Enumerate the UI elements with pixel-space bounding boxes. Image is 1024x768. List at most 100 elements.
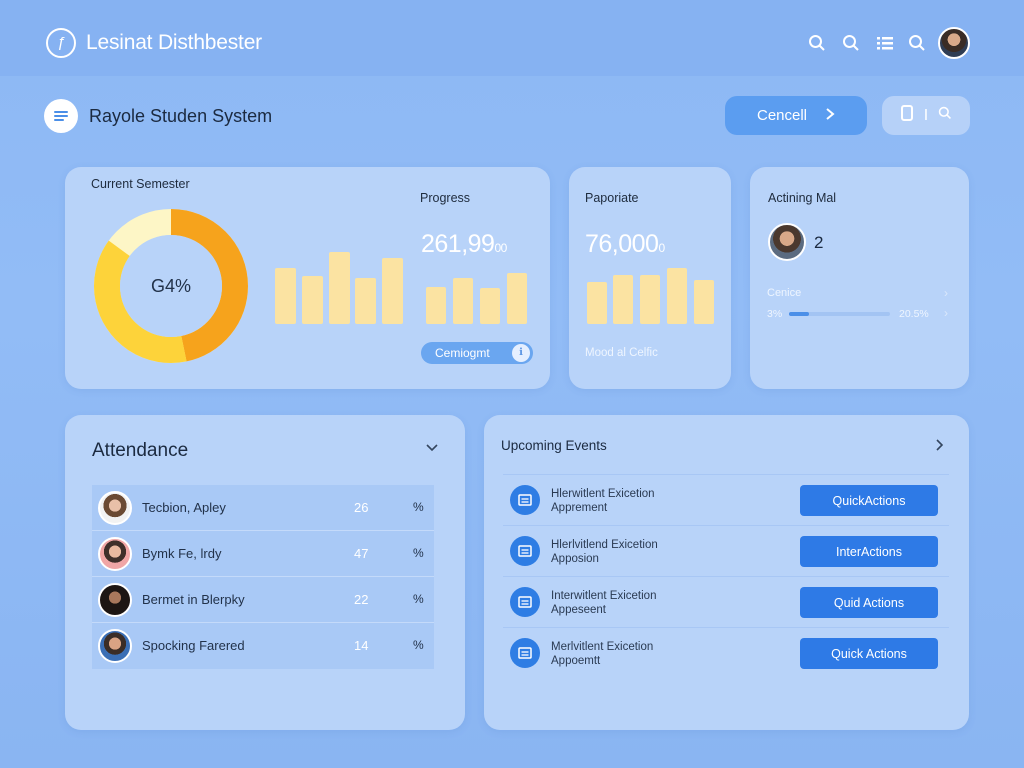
event-text: Merlvitlent Exicetion Appoemtt: [551, 640, 653, 668]
progress-bar: [453, 278, 473, 324]
event-text: Hlerwitlent Exicetion Apprement: [551, 487, 655, 515]
table-row[interactable]: Bermet in Blerpky 22 %: [92, 577, 434, 623]
event-title: Hlerwitlent Exicetion: [551, 488, 655, 500]
actining-left-value: 3%: [767, 308, 783, 320]
progress-label: Progress: [420, 191, 471, 205]
page-title: Rayole Studen System: [89, 106, 273, 126]
event-subtitle: Appeseent: [551, 604, 606, 616]
attendance-name: Tecbion, Apley: [142, 500, 226, 515]
user-avatar[interactable]: [938, 27, 970, 59]
actining-progress-track: [789, 312, 890, 316]
list-item: Interwitlent Exicetion Appeseent Quid Ac…: [503, 576, 949, 626]
paporiate-bar: [613, 275, 633, 324]
list-item: Merlvitlent Exicetion Appoemtt Quick Act…: [503, 627, 949, 677]
event-text: Hlerlvitlend Exicetion Apposion: [551, 538, 658, 566]
progress-bar: [480, 288, 500, 324]
chevron-right-icon[interactable]: [935, 438, 945, 457]
attendance-count: 22: [354, 592, 369, 607]
paporiate-footer: Mood al Celfic: [585, 347, 658, 359]
ghost-label: I: [923, 106, 929, 124]
chevron-right-icon[interactable]: ›: [944, 306, 948, 320]
avatar: [98, 491, 132, 525]
event-card-icon: [510, 536, 540, 566]
attendance-name: Bermet in Blerpky: [142, 592, 245, 607]
paporiate-label: Paporiate: [585, 191, 639, 205]
progress-suffix: 00: [494, 241, 507, 255]
semester-bar: [382, 258, 403, 324]
attendance-name: Spocking Farered: [142, 638, 245, 653]
semester-donut: G4%: [94, 209, 248, 363]
chevron-down-icon[interactable]: [425, 440, 439, 458]
attendance-unit: %: [413, 592, 424, 606]
table-row[interactable]: Bymk Fe, lrdy 47 %: [92, 531, 434, 577]
cancel-button[interactable]: Cencell: [725, 96, 867, 135]
chevron-right-icon[interactable]: ›: [944, 286, 948, 300]
event-text: Interwitlent Exicetion Appeseent: [551, 589, 656, 617]
attendance-count: 26: [354, 500, 369, 515]
attendance-unit: %: [413, 638, 424, 652]
interactions-button[interactable]: InterActions: [800, 536, 938, 567]
semester-bar: [302, 276, 323, 324]
paporiate-bar: [587, 282, 607, 324]
progress-value: 261,9900: [421, 230, 507, 259]
semester-bar: [355, 278, 376, 324]
avatar: [98, 583, 132, 617]
paporiate-suffix: 0: [658, 241, 665, 255]
actining-progress-fill: [789, 312, 810, 316]
cancel-label: Cencell: [756, 107, 808, 124]
list-item: Hlerwitlent Exicetion Apprement QuickAct…: [503, 474, 949, 524]
event-card-icon: [510, 638, 540, 668]
event-card-icon: [510, 587, 540, 617]
actining-sub-label: Cenice: [767, 287, 802, 299]
menu-icon[interactable]: [44, 99, 78, 133]
search-icon: [938, 106, 952, 125]
table-row[interactable]: Tecbion, Apley 26 %: [92, 485, 434, 531]
search-icon[interactable]: [906, 32, 928, 54]
top-bar: ƒ Lesinat Disthbester: [0, 0, 1024, 76]
attendance-count: 47: [354, 546, 369, 561]
event-subtitle: Apprement: [551, 502, 608, 514]
event-title: Merlvitlent Exicetion: [551, 641, 654, 653]
progress-bar: [426, 287, 446, 324]
quick-actions-button[interactable]: Quick Actions: [800, 638, 938, 669]
events-title: Upcoming Events: [501, 438, 607, 453]
avatar: [98, 537, 132, 571]
semester-bar: [329, 252, 350, 324]
attendance-count: 14: [354, 638, 369, 653]
list-icon[interactable]: [874, 32, 896, 54]
event-subtitle: Appoemtt: [551, 655, 601, 667]
list-item: Hlerlvitlend Exicetion Apposion InterAct…: [503, 525, 949, 575]
avatar: [98, 629, 132, 663]
avatar: [768, 223, 806, 261]
paporiate-bar: [694, 280, 714, 324]
paporiate-number: 76,000: [585, 230, 659, 258]
paporiate-bar: [640, 275, 660, 324]
search-icon[interactable]: [840, 32, 862, 54]
attendance-unit: %: [413, 546, 424, 560]
actining-count: 2: [814, 233, 824, 252]
document-icon: [900, 105, 914, 126]
progress-number: 261,99: [421, 230, 495, 258]
secondary-action-button[interactable]: I: [882, 96, 970, 135]
quid-actions-button[interactable]: Quid Actions: [800, 587, 938, 618]
semester-label: Current Semester: [91, 177, 190, 191]
table-row[interactable]: Spocking Farered 14 %: [92, 623, 434, 669]
attendance-unit: %: [413, 500, 424, 514]
leaf-icon: ƒ: [46, 28, 76, 58]
cemiogmt-toggle[interactable]: Cemiogmt ℹ: [421, 342, 533, 364]
search-icon[interactable]: [806, 32, 828, 54]
paporiate-bar: [667, 268, 687, 324]
info-icon: ℹ: [512, 344, 530, 362]
event-title: Hlerlvitlend Exicetion: [551, 539, 658, 551]
paporiate-value: 76,0000: [585, 230, 665, 259]
semester-center-value: G4%: [151, 276, 191, 296]
attendance-title: Attendance: [92, 440, 189, 461]
semester-bar: [275, 268, 296, 324]
event-title: Interwitlent Exicetion: [551, 590, 657, 602]
progress-bar: [507, 273, 527, 324]
app-title: Lesinat Disthbester: [86, 31, 262, 54]
actining-right-value: 20.5%: [899, 308, 929, 320]
pill-label: Cemiogmt: [435, 346, 490, 360]
event-subtitle: Apposion: [551, 553, 599, 565]
quick-actions-button[interactable]: QuickActions: [800, 485, 938, 516]
